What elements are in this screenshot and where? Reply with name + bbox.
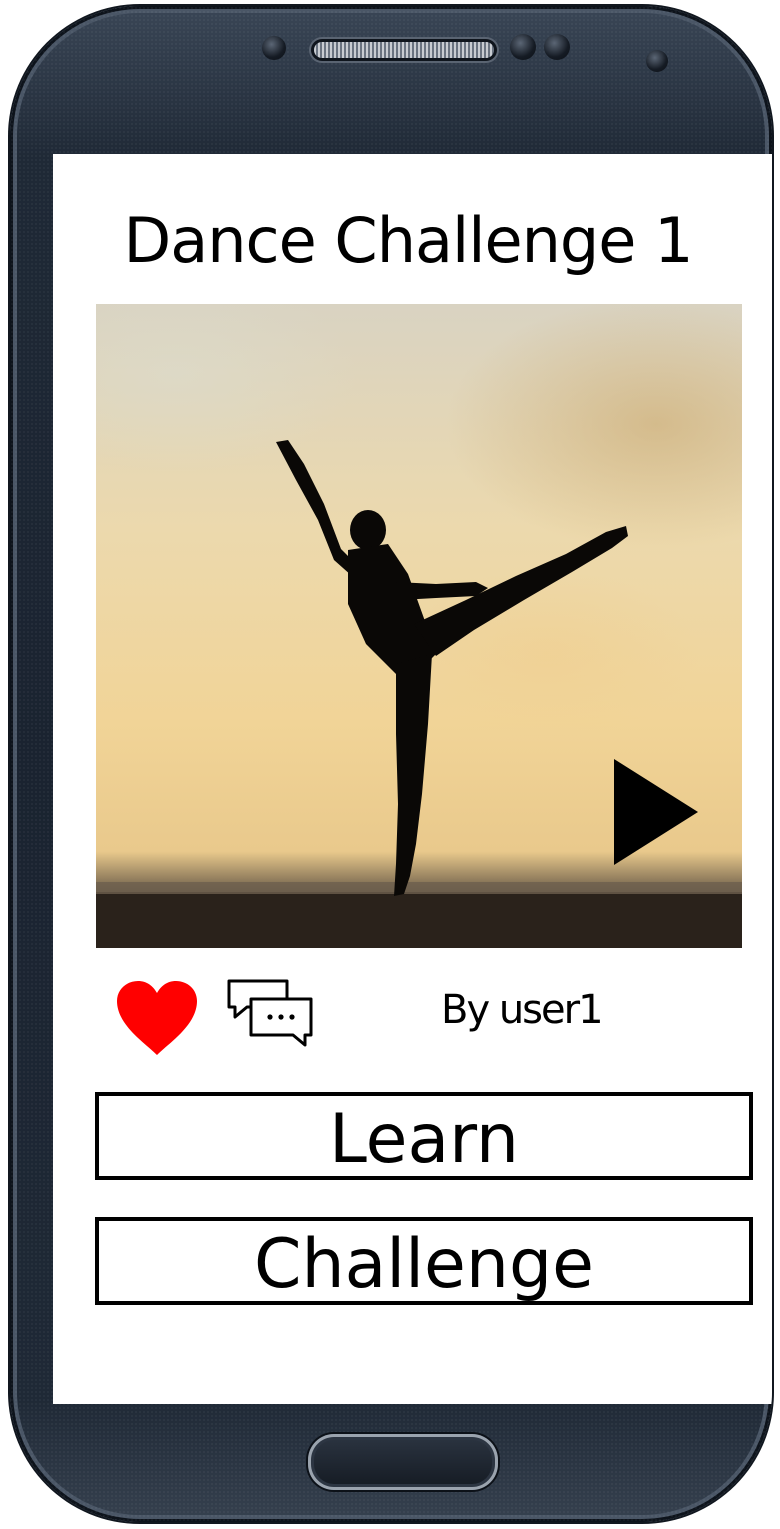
heart-icon[interactable] [115, 979, 199, 1057]
challenge-button[interactable]: Challenge [95, 1217, 753, 1305]
author-label: By user1 [441, 987, 604, 1033]
play-icon[interactable] [614, 759, 698, 865]
actions-row: By user1 [53, 969, 772, 1059]
phone-frame: Dance Challenge 1 By user1 Learn Challen… [10, 6, 772, 1522]
comment-bubbles-icon[interactable] [225, 977, 315, 1049]
home-button[interactable] [308, 1434, 498, 1490]
video-player[interactable] [96, 304, 742, 948]
light-sensor [544, 34, 570, 60]
front-sensor [262, 36, 286, 60]
learn-button[interactable]: Learn [95, 1092, 753, 1180]
app-screen: Dance Challenge 1 By user1 Learn Challen… [53, 154, 772, 1404]
page-title: Dance Challenge 1 [123, 204, 693, 277]
proximity-sensor [510, 34, 536, 60]
earpiece-speaker [314, 42, 494, 58]
front-camera [646, 50, 668, 72]
